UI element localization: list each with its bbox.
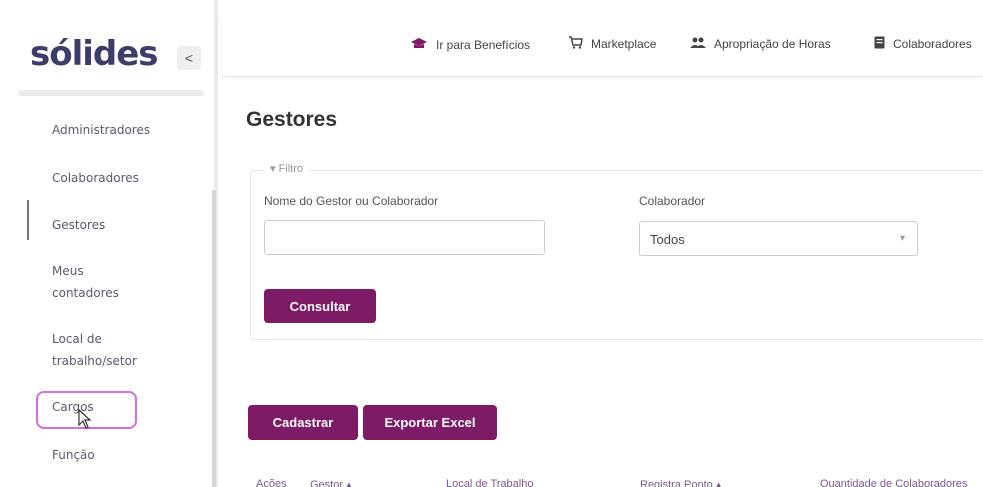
active-indicator xyxy=(27,200,29,240)
collapse-sidebar-button[interactable]: < xyxy=(177,46,201,70)
exportar-excel-button[interactable]: Exportar Excel xyxy=(363,405,497,440)
name-input[interactable] xyxy=(264,220,545,255)
topbar-link-label: Apropriação de Horas xyxy=(714,37,831,51)
filter-legend-label: Filtro xyxy=(278,163,304,175)
topbar-link-beneficios[interactable]: Ir para Benefícios xyxy=(410,36,530,53)
topbar-link-label: Ir para Benefícios xyxy=(436,37,531,52)
topbar-link-label: Marketplace xyxy=(591,37,657,51)
name-field-label: Nome do Gestor ou Colaborador xyxy=(264,194,439,208)
topbar-link-colaboradores[interactable]: Colaboradores xyxy=(874,36,972,52)
sidebar: sólides < Administradores Colaboradores … xyxy=(0,0,218,487)
table-header-label: Gestor xyxy=(310,479,344,487)
sidebar-item-administradores[interactable]: Administradores xyxy=(52,119,150,141)
table-header-local: Local de Trabalho xyxy=(446,478,534,487)
table-header-quantidade: Quantidade de Colaboradores xyxy=(820,478,968,487)
topbar-link-label: Colaboradores xyxy=(893,37,972,51)
sidebar-item-colaboradores[interactable]: Colaboradores xyxy=(52,167,139,189)
sort-icon: ▴ xyxy=(715,479,722,487)
collaborator-select-value: Todos xyxy=(650,232,685,247)
cadastrar-button[interactable]: Cadastrar xyxy=(248,405,358,440)
chevron-down-icon: ▾ xyxy=(899,233,905,244)
collaborator-field-label: Colaborador xyxy=(639,194,706,208)
table-header-gestor[interactable]: Gestor ▴ xyxy=(310,478,352,487)
table-header-label: Registra Ponto xyxy=(640,479,713,487)
topbar-divider xyxy=(222,76,983,77)
top-bar: Ir para Benefícios Marketplace Apropriaç… xyxy=(222,14,983,76)
sort-icon: ▴ xyxy=(346,479,352,487)
consultar-button[interactable]: Consultar xyxy=(264,289,376,323)
sidebar-item-gestores[interactable]: Gestores xyxy=(52,214,105,236)
sidebar-item-local-trabalho[interactable]: Local de trabalho/setor xyxy=(52,328,162,372)
chevron-left-icon: < xyxy=(184,50,194,66)
solides-logo[interactable]: sólides xyxy=(30,34,159,74)
sidebar-item-funcao[interactable]: Função xyxy=(52,444,95,466)
sidebar-divider xyxy=(18,90,204,96)
sidebar-item-meus-contadores[interactable]: Meus contadores xyxy=(52,260,142,304)
sidebar-scrollbar[interactable] xyxy=(212,190,216,487)
document-icon xyxy=(874,36,885,52)
graduation-cap-icon xyxy=(410,36,428,53)
users-icon xyxy=(690,36,706,52)
caret-down-icon: ▾ xyxy=(270,163,279,175)
filter-legend[interactable]: ▾ Filtro xyxy=(264,162,310,175)
cursor-icon xyxy=(78,408,92,434)
collaborator-select[interactable]: Todos ▾ xyxy=(639,221,918,256)
table-header-acoes: Ações xyxy=(256,478,287,487)
cart-icon xyxy=(568,36,583,52)
page-title: Gestores xyxy=(246,108,338,131)
topbar-link-apropriacao[interactable]: Apropriação de Horas xyxy=(690,36,831,52)
topbar-link-marketplace[interactable]: Marketplace xyxy=(568,36,656,52)
table-header-registra-ponto[interactable]: Registra Ponto ▴ xyxy=(640,478,721,487)
